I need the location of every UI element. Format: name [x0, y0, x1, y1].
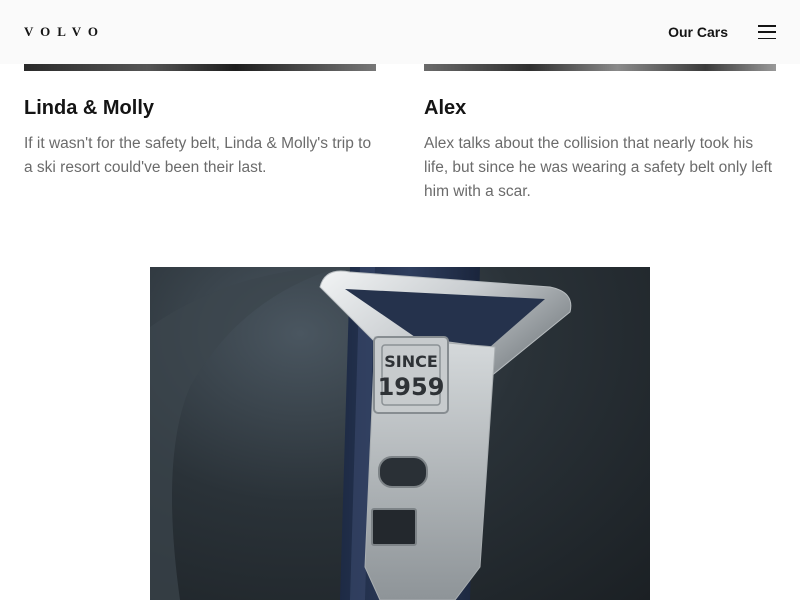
story-text-alex: Alex talks about the collision that near… [424, 135, 773, 200]
stamp-since: SINCE [384, 352, 438, 371]
seatbelt-buckle-illustration: SINCE 1959 [150, 267, 572, 600]
story-text-linda-molly: If it wasn't for the safety belt, Linda … [24, 135, 372, 176]
story-image-linda-molly[interactable] [24, 64, 376, 71]
stamp-year: 1959 [378, 373, 445, 401]
seatbelt-hero-image: SINCE 1959 [150, 267, 650, 600]
site-header: VOLVO Our Cars [0, 0, 800, 64]
hamburger-menu-icon[interactable] [758, 25, 776, 39]
story-image-alex[interactable] [424, 64, 776, 71]
story-title-linda-molly[interactable]: Linda & Molly [24, 97, 154, 120]
our-cars-link[interactable]: Our Cars [668, 24, 728, 40]
page: VOLVO Our Cars Linda & Molly If it wasn'… [0, 0, 800, 600]
story-title-alex[interactable]: Alex [424, 97, 466, 120]
header-nav: Our Cars [668, 24, 776, 40]
volvo-logo[interactable]: VOLVO [24, 24, 105, 40]
